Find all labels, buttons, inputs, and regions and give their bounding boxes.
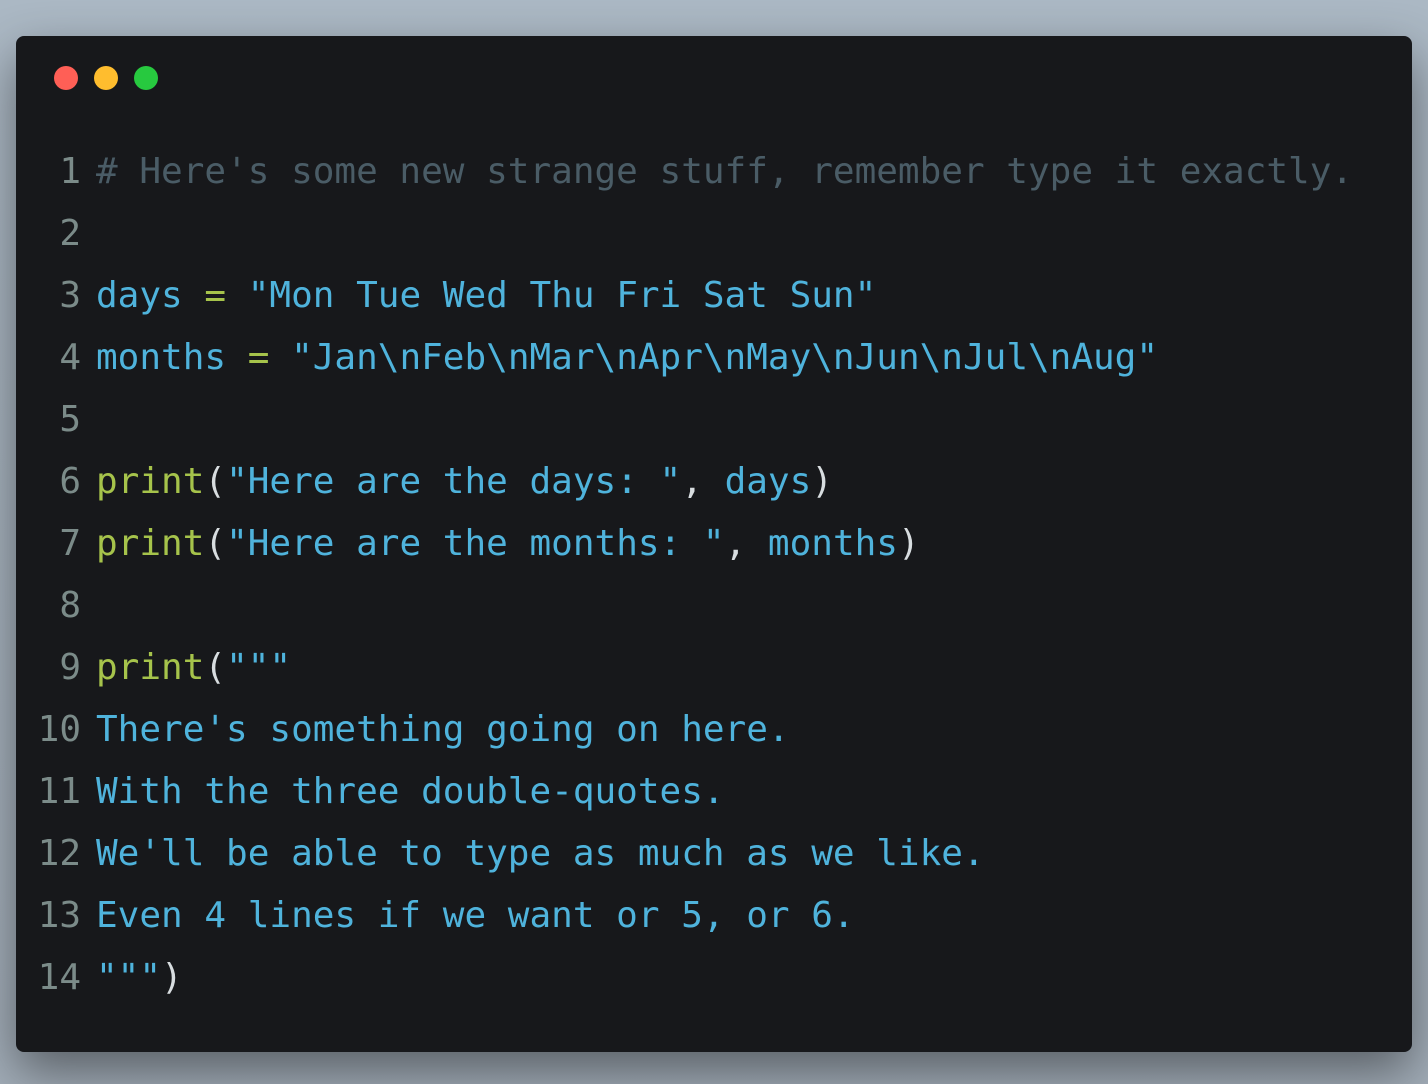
token-text: "Jan\nFeb\nMar\nApr\nMay\nJun\nJul\nAug" (269, 337, 1159, 378)
code-line: 5 (16, 389, 1353, 451)
minimize-button[interactable] (94, 66, 118, 90)
line-number: 1 (59, 151, 81, 192)
line-content: # Here's some new strange stuff, remembe… (96, 141, 1353, 203)
token-text: "Mon Tue Wed Thu Fri Sat Sun" (226, 275, 877, 316)
code-line: 7 print("Here are the months: ", months) (16, 513, 1353, 575)
token-text: With the three double-quotes. (96, 771, 725, 812)
token-text: There's something going on here. (96, 709, 790, 750)
token-punct: ( (204, 647, 227, 688)
line-number: 2 (59, 213, 81, 254)
token-comment: # Here's some new strange stuff, remembe… (96, 151, 1354, 192)
token-fn: print (96, 523, 205, 564)
line-number: 8 (59, 585, 81, 626)
token-punct: ) (811, 461, 833, 502)
line-number: 3 (59, 275, 81, 316)
close-button[interactable] (54, 66, 78, 90)
line-number: 10 (37, 709, 81, 750)
token-text: We'll be able to type as much as we like… (96, 833, 985, 874)
code-line: 1 # Here's some new strange stuff, rememb… (16, 141, 1353, 203)
line-number: 12 (37, 833, 81, 874)
code-window: 1 # Here's some new strange stuff, rememb… (16, 36, 1412, 1052)
token-punct: ( (204, 523, 227, 564)
token-op: = (204, 275, 227, 316)
line-number: 6 (59, 461, 81, 502)
code-block: 1 # Here's some new strange stuff, rememb… (16, 141, 1353, 1009)
maximize-button[interactable] (134, 66, 158, 90)
line-content: print("Here are the months: ", months) (96, 513, 920, 575)
window-controls (54, 66, 158, 90)
token-fn: print (96, 461, 205, 502)
line-content: With the three double-quotes. (96, 761, 725, 823)
token-text: """ (96, 957, 162, 998)
token-punct: ) (897, 523, 920, 564)
line-content: Even 4 lines if we want or 5, or 6. (96, 885, 855, 947)
code-line: 11 With the three double-quotes. (16, 761, 1353, 823)
token-text: months (96, 337, 248, 378)
code-line: 8 (16, 575, 1353, 637)
code-line: 14 """) (16, 947, 1353, 1009)
token-punct: , (724, 523, 768, 564)
code-line: 6 print("Here are the days: ", days) (16, 451, 1353, 513)
code-line: 9 print(""" (16, 637, 1353, 699)
line-number: 5 (59, 399, 81, 440)
line-content: There's something going on here. (96, 699, 790, 761)
line-number: 11 (37, 771, 81, 812)
line-content: print("Here are the days: ", days) (96, 451, 833, 513)
token-text: Even 4 lines if we want or 5, or 6. (96, 895, 855, 936)
line-content: """) (96, 947, 183, 1009)
token-text: "Here are the months: " (226, 523, 725, 564)
code-line: 4 months = "Jan\nFeb\nMar\nApr\nMay\nJun\… (16, 327, 1353, 389)
code-line: 13 Even 4 lines if we want or 5, or 6. (16, 885, 1353, 947)
token-punct: ( (204, 461, 227, 502)
line-number: 4 (59, 337, 81, 378)
line-number: 9 (59, 647, 81, 688)
token-punct: , (681, 461, 725, 502)
line-content: days = "Mon Tue Wed Thu Fri Sat Sun" (96, 265, 876, 327)
code-line: 10 There's something going on here. (16, 699, 1353, 761)
token-text: days (724, 461, 812, 502)
line-number: 14 (37, 957, 81, 998)
token-text: """ (226, 647, 292, 688)
code-line: 2 (16, 203, 1353, 265)
line-number: 7 (59, 523, 81, 564)
code-line: 3 days = "Mon Tue Wed Thu Fri Sat Sun" (16, 265, 1353, 327)
token-op: = (247, 337, 270, 378)
code-line: 12 We'll be able to type as much as we li… (16, 823, 1353, 885)
token-punct: ) (161, 957, 183, 998)
token-text: months (767, 523, 898, 564)
line-number: 13 (37, 895, 81, 936)
token-text: "Here are the days: " (226, 461, 682, 502)
token-text: days (96, 275, 205, 316)
line-content: months = "Jan\nFeb\nMar\nApr\nMay\nJun\n… (96, 327, 1158, 389)
line-content: We'll be able to type as much as we like… (96, 823, 985, 885)
token-fn: print (96, 647, 205, 688)
line-content: print(""" (96, 637, 291, 699)
